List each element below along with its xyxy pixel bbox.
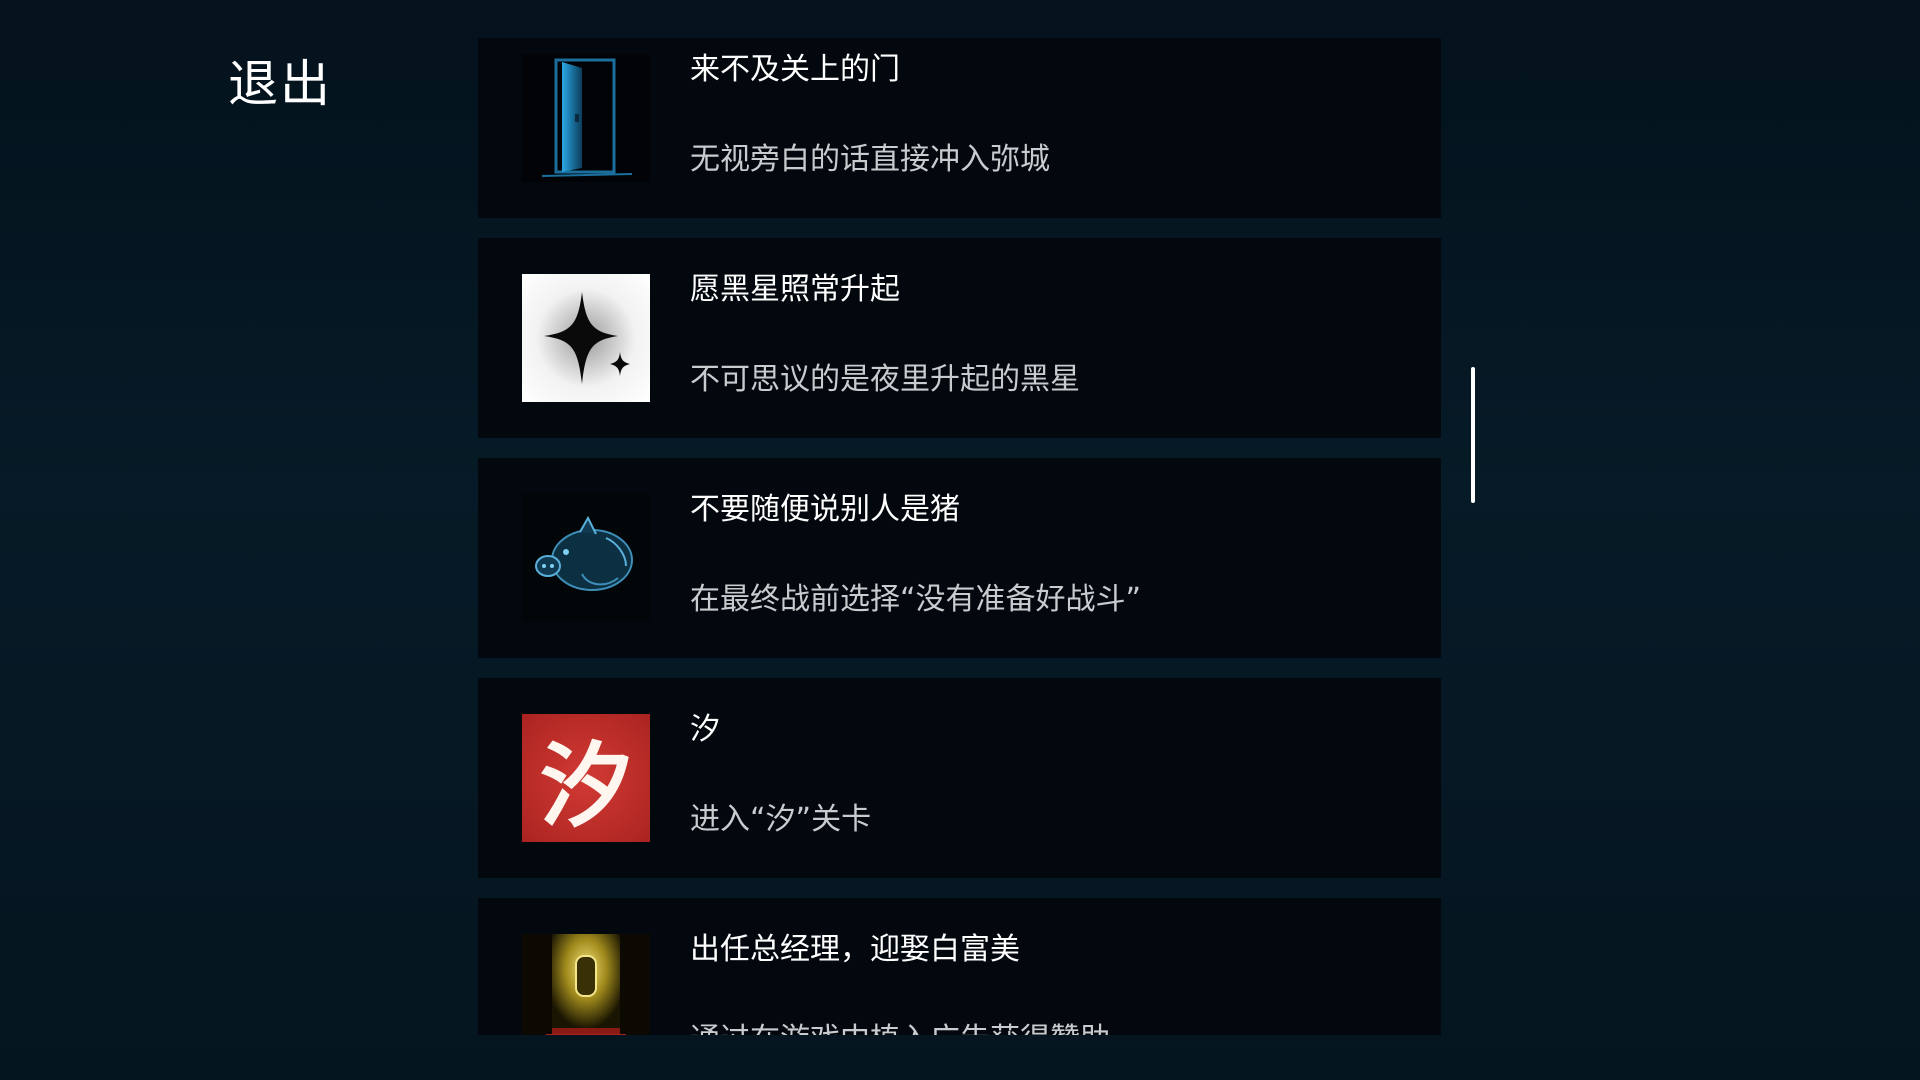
golden-stairway-icon (522, 934, 650, 1035)
achievement-title: 愿黑星照常升起 (690, 272, 900, 307)
achievement-card[interactable]: 汐 汐 进入“汐”关卡 (478, 678, 1441, 878)
achievement-card[interactable]: 不要随便说别人是猪 在最终战前选择“没有准备好战斗” (478, 458, 1441, 658)
achievement-title: 出任总经理，迎娶白富美 (690, 932, 1020, 967)
achievement-title: 汐 (690, 712, 720, 747)
achievement-card[interactable]: 愿黑星照常升起 不可思议的是夜里升起的黑星 (478, 238, 1441, 438)
achievement-description: 通过在游戏中植入广告获得赞助 (690, 1020, 1110, 1035)
achievements-screen: 退出 来不及关上的门 无视旁白的话直接冲入弥城 愿黑星照常升起 不可思议的是夜里… (0, 0, 1920, 1080)
achievement-title: 不要随便说别人是猪 (690, 492, 960, 527)
xi-character-glyph: 汐 (539, 731, 632, 840)
pig-icon (522, 494, 650, 622)
scrollbar-thumb[interactable] (1471, 367, 1475, 503)
door-icon (522, 54, 650, 182)
achievement-card[interactable]: 出任总经理，迎娶白富美 通过在游戏中植入广告获得赞助 (478, 898, 1441, 1035)
black-star-icon (522, 274, 650, 402)
exit-button[interactable]: 退出 (228, 52, 332, 116)
achievement-description: 在最终战前选择“没有准备好战斗” (690, 582, 1142, 617)
achievement-card[interactable]: 来不及关上的门 无视旁白的话直接冲入弥城 (478, 38, 1441, 218)
achievement-list-track: 来不及关上的门 无视旁白的话直接冲入弥城 愿黑星照常升起 不可思议的是夜里升起的… (478, 38, 1441, 1035)
achievement-title: 来不及关上的门 (690, 52, 900, 87)
achievement-list[interactable]: 来不及关上的门 无视旁白的话直接冲入弥城 愿黑星照常升起 不可思议的是夜里升起的… (478, 38, 1441, 1035)
achievement-description: 进入“汐”关卡 (690, 802, 872, 837)
xi-character-icon: 汐 (522, 714, 650, 842)
achievement-description: 不可思议的是夜里升起的黑星 (690, 362, 1080, 397)
achievement-description: 无视旁白的话直接冲入弥城 (690, 142, 1050, 177)
